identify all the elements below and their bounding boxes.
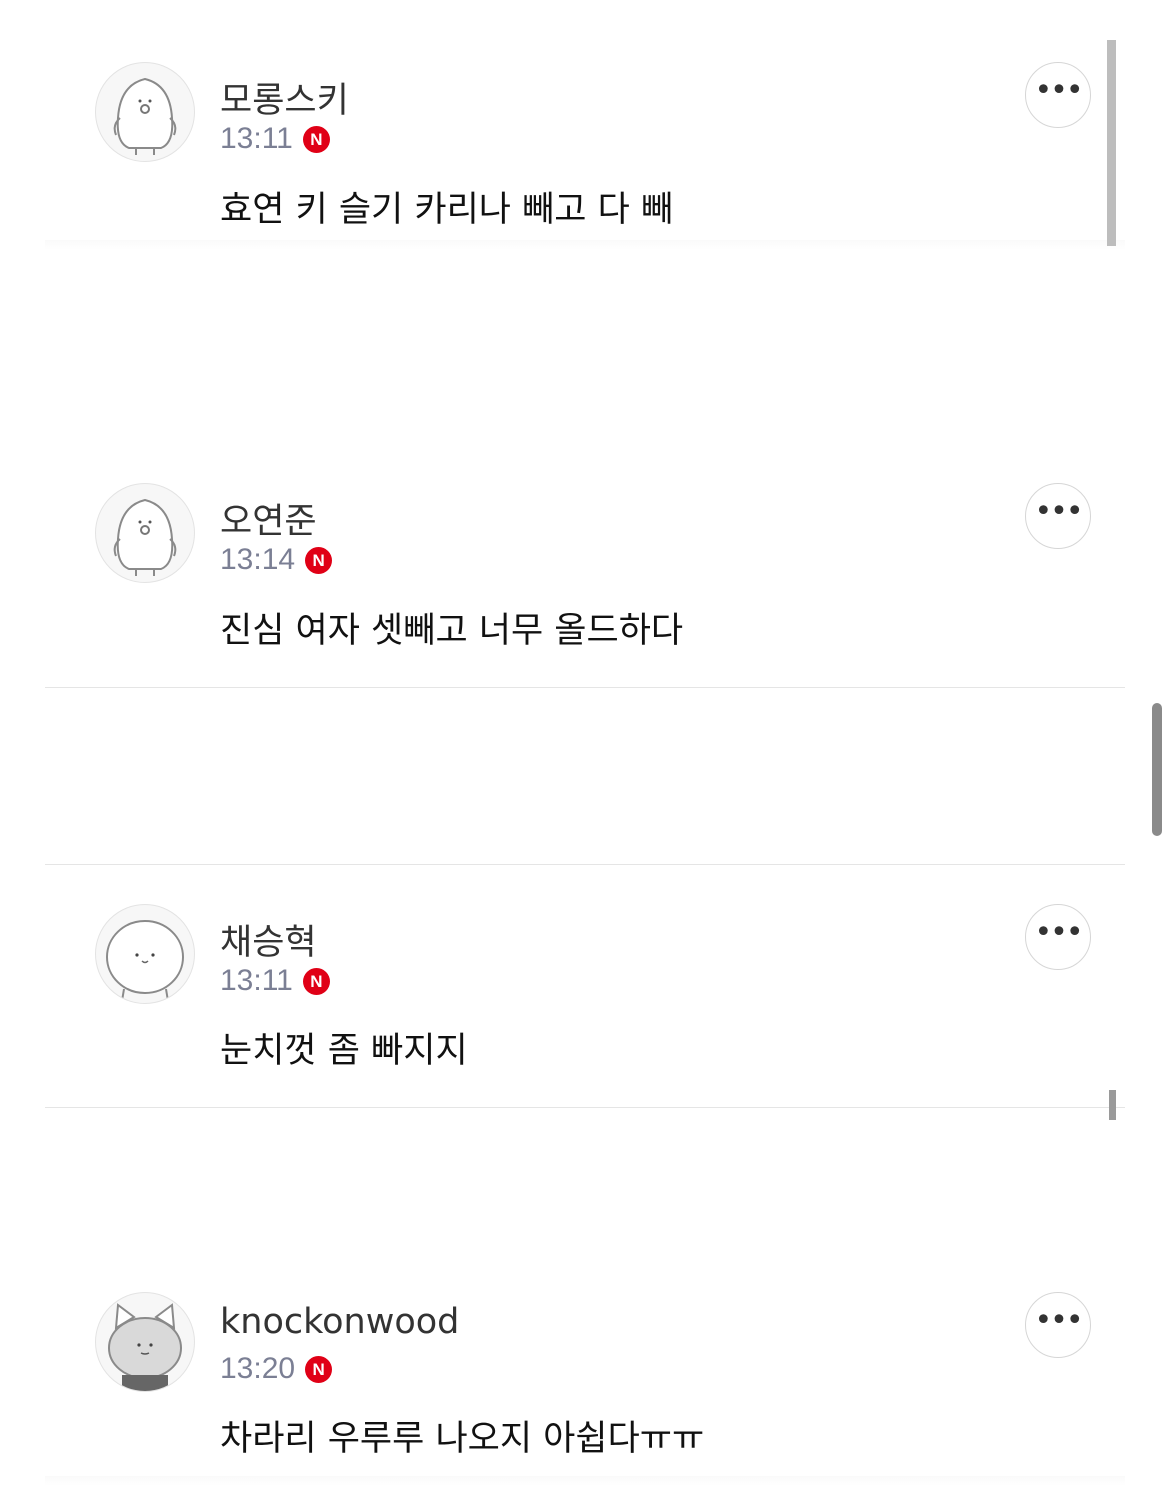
more-options-button[interactable]: ••• xyxy=(1025,904,1091,970)
divider xyxy=(45,864,1125,865)
divider xyxy=(45,240,1125,250)
scrollbar[interactable] xyxy=(1109,1090,1116,1120)
round-face-avatar[interactable] xyxy=(95,904,195,1004)
more-options-button[interactable]: ••• xyxy=(1025,62,1091,128)
divider xyxy=(45,687,1125,688)
new-badge: N xyxy=(302,968,330,995)
penguin-avatar[interactable] xyxy=(95,483,195,583)
page-scrollbar[interactable] xyxy=(1152,703,1162,836)
timestamp: 13:20 xyxy=(220,1352,296,1385)
comment-text: 차라리 우루루 나오지 아쉽다ㅠㅠ xyxy=(220,1419,705,1459)
new-badge: N xyxy=(305,547,333,574)
timestamp: 13:11 xyxy=(220,964,293,997)
divider xyxy=(45,1107,1125,1108)
comment-text: 진심 여자 셋빼고 너무 올드하다 xyxy=(220,611,684,651)
timestamp: 13:14 xyxy=(220,543,296,576)
comment-time: 13:11 N xyxy=(220,122,330,156)
timestamp: 13:11 xyxy=(220,122,293,155)
penguin-avatar[interactable] xyxy=(95,62,195,162)
comment-time: 13:11 N xyxy=(220,964,330,998)
comment-text: 효연 키 슬기 카리나 빼고 다 빼 xyxy=(220,190,674,230)
scrollbar[interactable] xyxy=(1107,40,1116,246)
comment-time: 13:14 N xyxy=(220,543,333,577)
comment-author[interactable]: 채승혁 xyxy=(220,914,317,965)
more-options-button[interactable]: ••• xyxy=(1025,483,1091,549)
more-options-button[interactable]: ••• xyxy=(1025,1292,1091,1358)
comment-text: 눈치껏 좀 빠지지 xyxy=(220,1031,468,1071)
divider xyxy=(45,1476,1125,1486)
new-badge: N xyxy=(305,1356,333,1383)
new-badge: N xyxy=(302,126,330,153)
comment-author[interactable]: 오연준 xyxy=(220,493,317,544)
cat-avatar[interactable] xyxy=(95,1292,195,1392)
comment-author[interactable]: knockonwood xyxy=(220,1302,459,1342)
comment-time: 13:20 N xyxy=(220,1352,333,1386)
comment-author[interactable]: 모롱스키 xyxy=(220,72,349,123)
